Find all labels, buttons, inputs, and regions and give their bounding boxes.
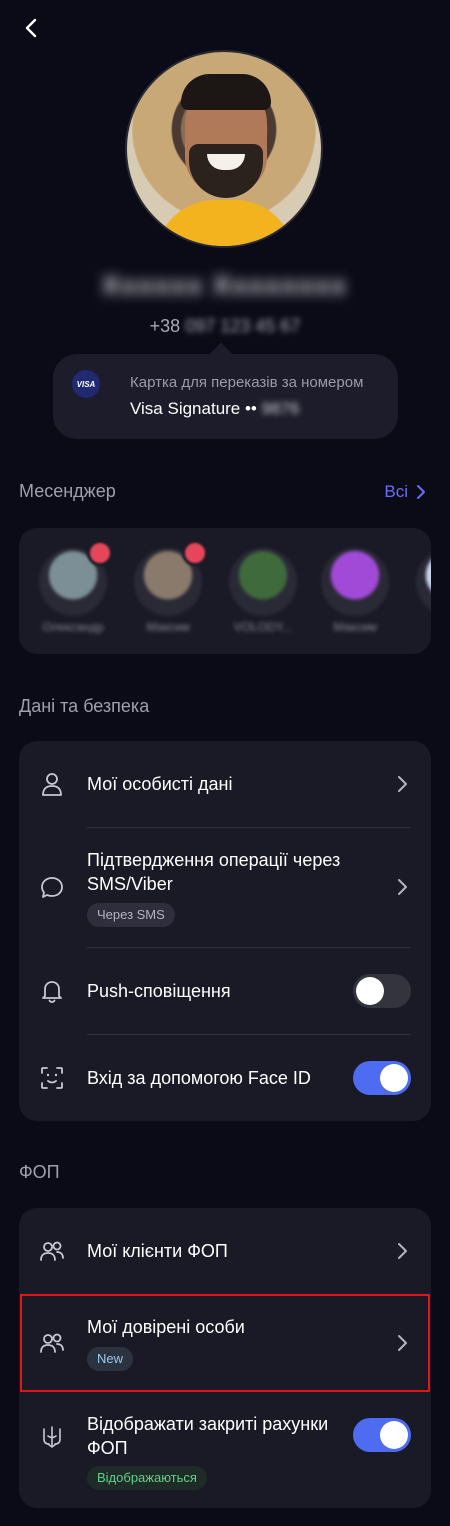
messenger-contact-avatar[interactable]: [321, 548, 389, 616]
fop-clients-row[interactable]: Мої клієнти ФОП: [19, 1208, 431, 1294]
messenger-panel: Олександр Максим VOLODY... Максим M: [19, 528, 431, 654]
card-name: Visa Signature •• 9876: [130, 399, 299, 419]
sms-chip: Через SMS: [87, 903, 175, 927]
push-notifications-label: Push-сповіщення: [87, 981, 231, 1001]
sms-confirmation-label: Підтвердження операції через SMS/Viber: [87, 850, 341, 894]
unread-badge: [182, 540, 208, 566]
messenger-contact-avatar[interactable]: [229, 548, 297, 616]
transfer-card-pill[interactable]: [53, 354, 398, 439]
bell-icon: [42, 981, 62, 1003]
person-icon: [42, 773, 62, 796]
card-caption: Картка для переказів за номером: [130, 374, 364, 391]
visa-logo-icon: VISA: [72, 370, 100, 398]
chevron-right-icon: [398, 879, 407, 895]
phone-hidden: 097 123 45 67: [185, 316, 301, 336]
sms-confirmation-row[interactable]: Підтвердження операції через SMS/Viber Ч…: [19, 828, 431, 946]
chat-bubble-icon: [41, 877, 63, 898]
trident-icon: [43, 1426, 61, 1448]
security-title: Дані та безпека: [19, 696, 150, 716]
messenger-contact-name: Олександр: [42, 620, 104, 634]
chevron-right-icon: [398, 776, 407, 792]
messenger-contact-name: VOLODY...: [233, 620, 293, 634]
push-notifications-toggle[interactable]: [353, 974, 411, 1008]
displayed-chip: Відображаються: [87, 1466, 207, 1490]
profile-avatar[interactable]: [125, 50, 323, 248]
fop-clients-label: Мої клієнти ФОП: [87, 1241, 228, 1261]
show-closed-accounts-row: Відображати закриті рахунки ФОП Відображ…: [19, 1394, 431, 1506]
profile-phone: +38 097 123 45 67: [0, 316, 450, 337]
personal-data-row[interactable]: Мої особисті дані: [19, 741, 431, 827]
messenger-contact-avatar[interactable]: [416, 548, 431, 616]
messenger-contact-name: Максим: [333, 620, 377, 634]
face-id-label: Вхід за допомогою Face ID: [87, 1068, 311, 1088]
card-type: Visa Signature ••: [130, 399, 257, 418]
all-link-label: Всі: [384, 482, 408, 501]
messenger-title: Месенджер: [19, 481, 116, 501]
personal-data-label: Мої особисті дані: [87, 774, 233, 794]
show-closed-accounts-toggle[interactable]: [353, 1418, 411, 1452]
security-panel: Мої особисті дані Підтвердження операції…: [19, 741, 431, 1121]
users-icon: [40, 1241, 64, 1261]
chevron-right-icon: [417, 485, 425, 499]
unread-badge: [87, 540, 113, 566]
chevron-right-icon: [398, 1243, 407, 1259]
messenger-contact-name: Максим: [146, 620, 190, 634]
show-closed-accounts-label: Відображати закриті рахунки ФОП: [87, 1414, 329, 1458]
card-last-digits: 9876: [261, 399, 300, 418]
push-notifications-row: Push-сповіщення: [19, 948, 431, 1034]
messenger-all-link[interactable]: Всі: [384, 482, 426, 502]
selection-highlight: [20, 1294, 430, 1392]
face-id-row: Вхід за допомогою Face ID: [19, 1035, 431, 1121]
chevron-left-icon[interactable]: [18, 14, 46, 42]
face-id-icon: [41, 1067, 63, 1089]
messenger-contact-name: M: [410, 620, 431, 634]
phone-prefix: +38: [149, 316, 181, 336]
face-id-toggle[interactable]: [353, 1061, 411, 1095]
fop-title: ФОП: [19, 1162, 60, 1182]
profile-name: Хххххх Хххххххх: [102, 270, 348, 300]
